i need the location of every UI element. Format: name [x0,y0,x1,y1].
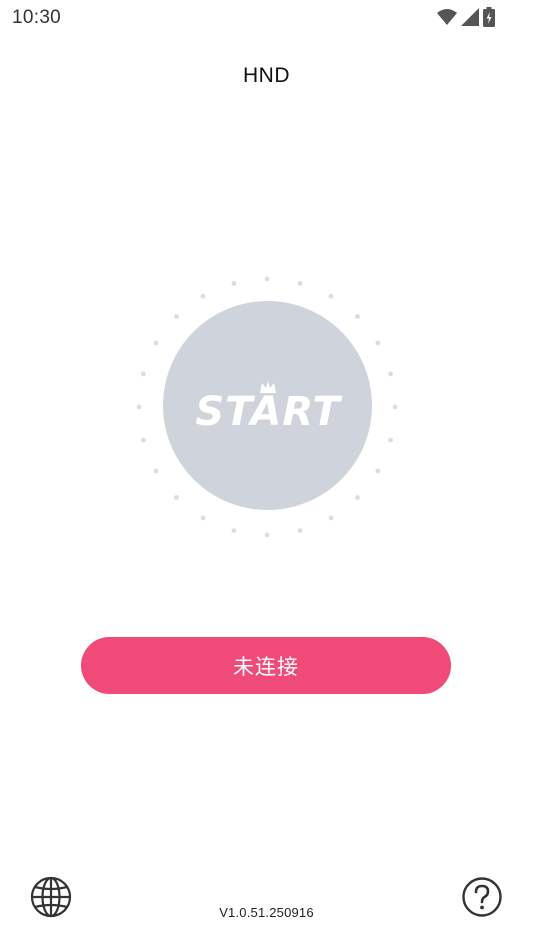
help-icon [462,877,502,917]
status-bar: 10:30 [0,0,533,36]
dial-tick-dot [328,293,334,299]
start-logo-text: START [195,389,342,435]
dial-tick-dot [231,528,237,533]
dial-tick-dot [200,515,206,521]
app-title: HND [243,64,290,87]
start-logo: START [195,381,342,435]
dial-tick-dot [297,281,303,286]
dial-tick-dot [264,532,270,538]
app-screen: 10:30 HND START 未连接 V1.0.51.250916 [0,0,533,947]
dial-tick-dot [328,515,334,521]
status-time: 10:30 [12,7,62,28]
dial-tick-dot [136,404,142,410]
dial-tick-dot [392,404,398,410]
dial-tick-dot [141,371,146,377]
dial-tick-dot [388,437,393,443]
dial-tick-dot [388,371,393,377]
connect-status-button[interactable]: 未连接 [81,637,451,694]
start-dial: START [130,270,404,544]
dial-tick-dot [141,437,146,443]
dial-tick-dot [153,468,159,474]
app-version: V1.0.51.250916 [219,905,314,920]
dial-tick-dot [375,468,381,474]
battery-charging-icon [483,7,495,27]
dial-tick-dot [375,340,381,346]
status-icons [437,6,495,28]
signal-icon [461,8,479,26]
dial-tick-dot [297,528,303,533]
dial-tick-dot [153,340,159,346]
wifi-icon [437,9,457,25]
dial-tick-dot [264,276,270,282]
dial-tick-dot [231,281,237,286]
dial-tick-dot [200,293,206,299]
help-button[interactable] [460,875,504,919]
start-button[interactable]: START [163,301,372,510]
